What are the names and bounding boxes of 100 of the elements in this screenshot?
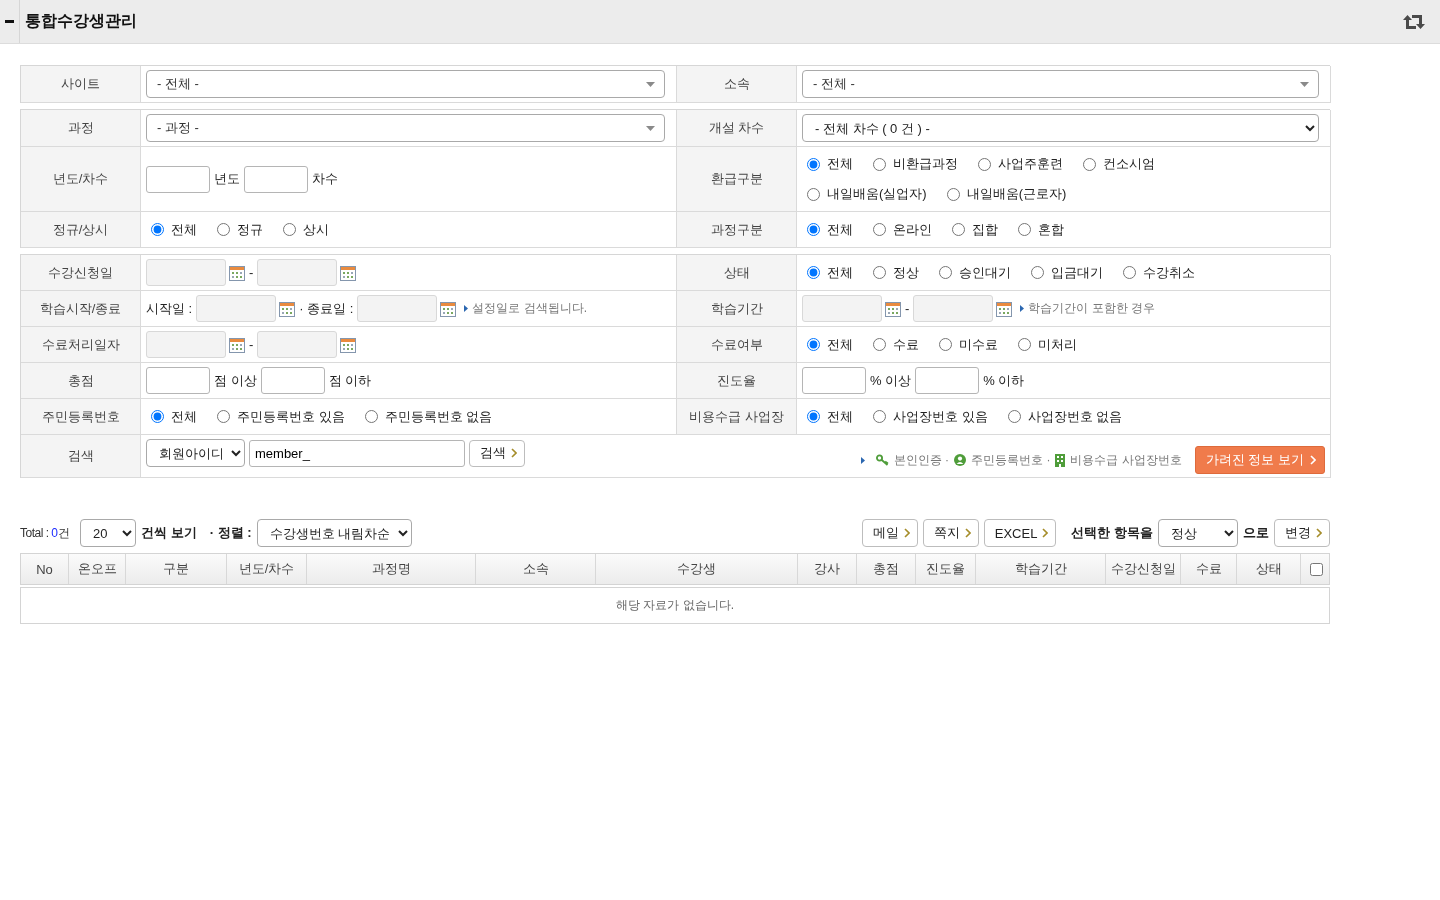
field-text: 점 이하 <box>328 371 372 390</box>
page-size-label: 건씩 보기 <box>141 524 197 542</box>
page-size-select[interactable]: 20 <box>80 519 137 547</box>
field-text: 년도 <box>214 170 240 188</box>
column-header: 강사 <box>798 554 857 584</box>
radio-button[interactable] <box>364 410 378 423</box>
radio-button[interactable] <box>939 266 952 279</box>
field-text: - <box>249 337 254 352</box>
radio-button[interactable] <box>1123 266 1136 279</box>
sort-select[interactable]: 수강생번호 내림차순 <box>256 519 412 547</box>
radio-label: 비환급과정 <box>893 155 958 173</box>
radio-button[interactable] <box>1031 266 1044 279</box>
action-button[interactable]: 메일 <box>861 519 918 547</box>
radio-button[interactable] <box>217 410 230 423</box>
refresh-icon[interactable] <box>1402 13 1426 30</box>
action-button[interactable]: 쪽지 <box>922 519 979 547</box>
radio-button[interactable] <box>1083 157 1096 171</box>
radio-button[interactable] <box>807 187 820 201</box>
total-count-text: Total : 0건 <box>20 524 70 542</box>
radio-button[interactable] <box>807 266 820 279</box>
select-field[interactable]: - 전체 차수 ( 0 건 ) - <box>802 114 1319 142</box>
radio-button[interactable] <box>807 223 820 236</box>
bullet-icon <box>464 305 469 312</box>
field-label: 비용수급 사업장 <box>677 399 797 435</box>
dropdown-field[interactable]: - 전체 - <box>802 70 1319 98</box>
calendar-icon[interactable] <box>229 264 245 281</box>
column-header: 구분 <box>126 554 227 584</box>
radio-button[interactable] <box>807 338 820 351</box>
dropdown-field[interactable]: - 과정 - <box>146 114 665 142</box>
radio-label: 사업장번호 없음 <box>1027 407 1123 426</box>
radio-label: 컨소시엄 <box>1103 155 1155 173</box>
caret-icon <box>646 125 655 131</box>
radio-button[interactable] <box>1007 410 1021 423</box>
field-label: 과정구분 <box>677 212 797 248</box>
column-header: 학습기간 <box>976 554 1106 584</box>
search-button[interactable]: 검색 <box>469 439 525 467</box>
radio-button[interactable] <box>873 266 886 279</box>
radio-button[interactable] <box>217 223 230 236</box>
input-field[interactable] <box>244 165 308 193</box>
field-label: 학습시작/종료 <box>21 291 141 327</box>
column-header: 수강신청일 <box>1106 554 1181 584</box>
radio-label: 수료 <box>893 335 919 354</box>
field-text: - <box>905 301 910 316</box>
apply-button[interactable]: 변경 <box>1274 519 1330 547</box>
radio-button[interactable] <box>873 223 886 236</box>
field-text: - <box>249 265 254 280</box>
column-header: 소속 <box>476 554 596 584</box>
action-button[interactable]: EXCEL <box>983 519 1057 547</box>
radio-button[interactable] <box>873 157 886 171</box>
calendar-icon[interactable] <box>229 336 245 353</box>
radio-label: 승인대기 <box>959 263 1011 282</box>
input-field[interactable] <box>802 367 866 394</box>
radio-label: 전체 <box>827 220 853 239</box>
field-text: 시작일 : <box>146 299 193 318</box>
radio-button[interactable] <box>873 410 886 423</box>
radio-button[interactable] <box>946 187 960 201</box>
radio-button[interactable] <box>151 223 164 236</box>
empty-message: 해당 자료가 없습니다. <box>616 597 734 614</box>
dropdown-field[interactable]: - 전체 - <box>146 70 665 98</box>
field-label: 정규/상시 <box>21 212 141 248</box>
radio-button[interactable] <box>807 157 820 171</box>
chevron-icon <box>1042 528 1049 538</box>
input-field[interactable] <box>260 367 325 394</box>
input-field[interactable] <box>915 367 980 394</box>
field-text: 점 이상 <box>214 371 257 390</box>
radio-button[interactable] <box>151 410 164 423</box>
input-field[interactable] <box>146 165 210 193</box>
hint-text: 설정일로 검색됩니다. <box>472 300 588 317</box>
radio-button[interactable] <box>283 223 296 236</box>
radio-button[interactable] <box>873 338 886 351</box>
page-title: 통합수강생관리 <box>25 11 137 31</box>
status-select[interactable]: 정상 <box>1158 519 1238 547</box>
calendar-icon[interactable] <box>340 336 357 353</box>
radio-button[interactable] <box>952 223 965 236</box>
field-label: 개설 차수 <box>677 110 797 147</box>
column-header: 년도/차수 <box>227 554 307 584</box>
calendar-icon[interactable] <box>279 300 296 317</box>
radio-button[interactable] <box>939 338 952 351</box>
calendar-icon[interactable] <box>885 300 901 317</box>
legend-text: 본인인증 · <box>893 451 950 469</box>
bulk-change-suffix: 으로 <box>1243 524 1269 542</box>
hint-text: 학습기간이 포함한 경우 <box>1028 300 1155 317</box>
calendar-icon[interactable] <box>340 264 357 281</box>
input-field[interactable] <box>146 367 210 394</box>
chevron-icon <box>511 448 517 458</box>
field-label: 학습기간 <box>677 291 797 327</box>
calendar-icon[interactable] <box>440 300 457 317</box>
calendar-icon[interactable] <box>996 300 1013 317</box>
radio-label: 입금대기 <box>1051 263 1103 282</box>
radio-button[interactable] <box>1018 223 1031 236</box>
bullet-icon <box>1020 305 1025 312</box>
search-field[interactable]: member_ <box>249 439 465 467</box>
radio-label: 집합 <box>972 220 998 239</box>
select-all-checkbox[interactable] <box>1309 562 1323 576</box>
field-label: 수강신청일 <box>21 255 141 291</box>
select-field[interactable]: 회원아이디 <box>146 439 245 467</box>
radio-button[interactable] <box>807 410 820 423</box>
radio-button[interactable] <box>1018 338 1031 351</box>
radio-label: 내일배움(실업자) <box>827 185 927 203</box>
radio-button[interactable] <box>978 157 991 171</box>
